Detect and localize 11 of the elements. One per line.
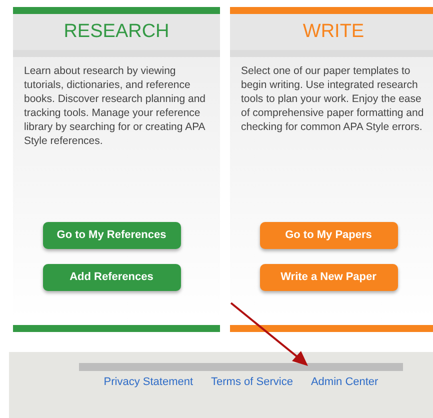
card-description: Select one of our paper templates to begin writing. Use integrated research tools to plan your work. Enjoy the ease of comprehensive paper formatting and checking for common APA Style errors. (240, 64, 425, 134)
footer-link[interactable]: Terms of Service (211, 374, 293, 390)
action-button[interactable]: Add References (42, 264, 180, 291)
action-button[interactable]: Write a New Paper (260, 264, 398, 291)
card-title: WRITE (302, 20, 364, 44)
card-description: Learn about research by viewing tutorials, dictionaries, and reference books. Discover research planning and tracking tools. Manage your reference library by searching for or creating APA Style references. (23, 64, 207, 148)
footer-link[interactable]: Admin Center (310, 374, 378, 390)
action-button[interactable]: Go to My Papers (260, 222, 398, 249)
action-button[interactable]: Go to My References (42, 222, 180, 249)
card-title: RESEARCH (64, 20, 170, 44)
footer-link[interactable]: Privacy Statement (104, 374, 194, 390)
